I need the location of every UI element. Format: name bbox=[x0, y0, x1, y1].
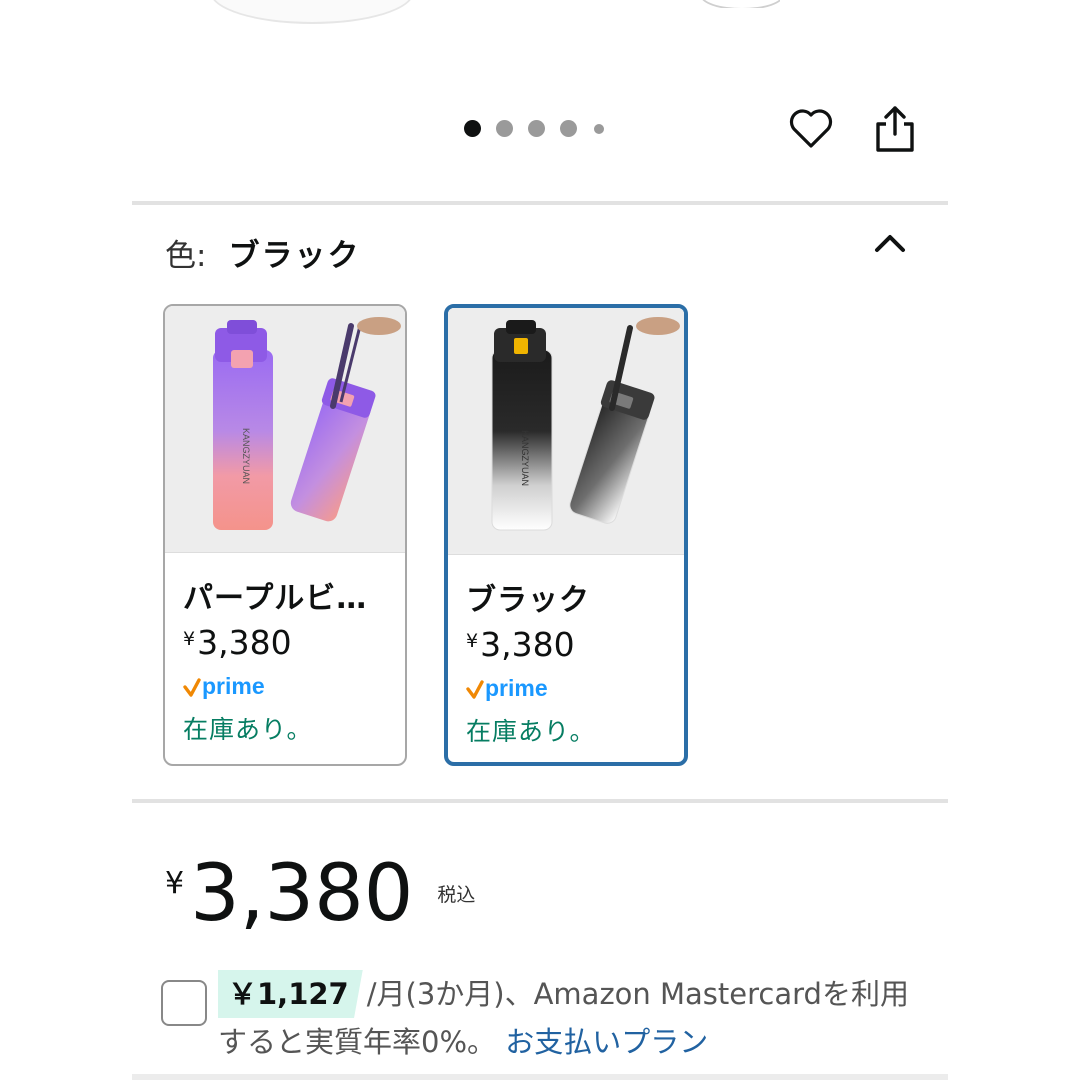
product-image-partial-right bbox=[700, 0, 780, 8]
color-label: 色: bbox=[165, 238, 207, 274]
brand-label: KANGZYUAN bbox=[241, 428, 251, 484]
carousel-dot[interactable] bbox=[594, 123, 604, 134]
payment-plan-link[interactable]: お支払いプラン bbox=[505, 1025, 708, 1059]
product-thumbnail-black: KANGZYUAN bbox=[448, 308, 684, 555]
brand-label: KANGZYUAN bbox=[520, 430, 530, 486]
product-image-partial bbox=[190, 0, 500, 38]
svg-text:prime: prime bbox=[485, 676, 548, 701]
color-option-price: ¥3,380 bbox=[183, 623, 405, 662]
price-value: 3,380 bbox=[480, 625, 575, 664]
currency-symbol: ¥ bbox=[183, 628, 196, 650]
carousel-dot[interactable] bbox=[560, 120, 577, 137]
svg-text:prime: prime bbox=[202, 674, 265, 699]
heart-icon[interactable] bbox=[788, 106, 834, 152]
product-thumbnail-purple: KANGZYUAN bbox=[165, 306, 405, 553]
product-price: ¥ 3,380 税込 bbox=[165, 852, 475, 936]
share-icon[interactable] bbox=[874, 104, 916, 154]
stock-status: 在庫あり。 bbox=[183, 715, 313, 744]
color-option-black[interactable]: KANGZYUAN ブラック ¥3,380 prime 在庫あり。 bbox=[444, 304, 688, 766]
color-option-price: ¥3,380 bbox=[466, 625, 684, 664]
prime-badge-icon: prime bbox=[466, 675, 548, 701]
color-selector-header: 色: ブラック bbox=[165, 230, 360, 275]
color-option-name: パープルビ… bbox=[183, 581, 368, 616]
selected-color-value: ブラック bbox=[228, 238, 361, 274]
installment-checkbox[interactable] bbox=[161, 980, 207, 1026]
price-amount: 3,380 bbox=[190, 849, 414, 939]
tax-label: 税込 bbox=[437, 884, 476, 906]
carousel-dot-active[interactable] bbox=[464, 120, 481, 137]
color-option-purple[interactable]: KANGZYUAN パープルビ… ¥3,380 prime 在庫あり。 bbox=[163, 304, 407, 766]
monthly-amount-badge: ￥1,127 bbox=[218, 970, 363, 1018]
carousel-dot[interactable] bbox=[528, 120, 545, 137]
section-divider bbox=[132, 799, 948, 803]
chevron-up-icon[interactable] bbox=[872, 230, 908, 256]
installment-plan-text: ￥1,127/月(3か月)、Amazon Mastercardを利用すると実質年… bbox=[218, 970, 918, 1066]
section-divider-bottom bbox=[132, 1074, 948, 1080]
prime-badge-icon: prime bbox=[183, 673, 265, 699]
carousel-dot[interactable] bbox=[496, 120, 513, 137]
carousel-indicator[interactable] bbox=[464, 120, 604, 137]
currency-symbol: ¥ bbox=[165, 866, 185, 901]
bottle-image-purple: KANGZYUAN bbox=[165, 306, 405, 552]
currency-symbol: ¥ bbox=[466, 630, 479, 652]
section-divider bbox=[132, 201, 948, 205]
color-option-name: ブラック bbox=[466, 583, 590, 618]
bottle-image-black: KANGZYUAN bbox=[448, 308, 684, 552]
stock-status: 在庫あり。 bbox=[466, 717, 596, 746]
price-value: 3,380 bbox=[197, 623, 292, 662]
